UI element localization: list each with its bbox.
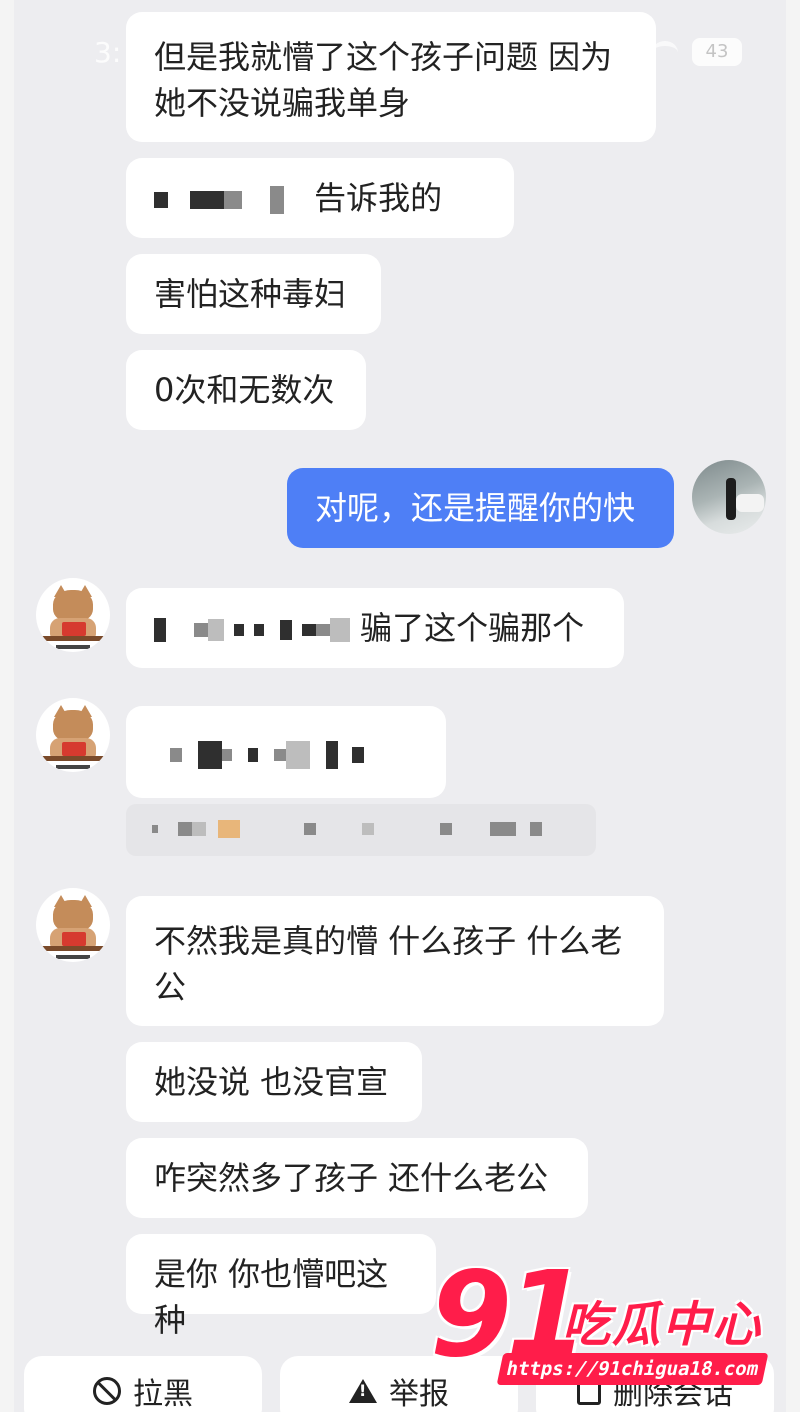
quoted-reply-strip	[126, 804, 596, 856]
status-time: 3:	[94, 36, 122, 69]
battery-icon: 43	[692, 38, 742, 66]
my-avatar[interactable]	[692, 460, 766, 534]
watermark-url: https://91chigua18.com	[496, 1353, 769, 1385]
message-bubble[interactable]: 害怕这种毒妇	[126, 254, 381, 334]
pixelated-text	[152, 818, 542, 838]
pixelated-text	[154, 609, 360, 647]
chat-screen: 3: 43 但是我就懵了这个孩子问题 因为她不没说骗我单身 告诉我的 害怕这种毒…	[0, 0, 800, 1412]
message-text: 0次和无数次	[154, 371, 335, 409]
warning-icon	[349, 1379, 377, 1403]
ban-icon	[93, 1377, 121, 1405]
my-message-bubble[interactable]: 对呢，还是提醒你的快	[287, 468, 674, 548]
status-icons: 43	[652, 38, 742, 66]
message-bubble[interactable]: 骗了这个骗那个	[126, 588, 624, 668]
message-bubble[interactable]: 咋突然多了孩子 还什么老公	[126, 1138, 588, 1218]
contact-avatar[interactable]	[36, 698, 110, 772]
message-bubble[interactable]: 不然我是真的懵 什么孩子 什么老公	[126, 896, 664, 1026]
message-text: 是你 你也懵吧这种	[154, 1255, 389, 1339]
contact-avatar[interactable]	[36, 888, 110, 962]
message-bubble[interactable]	[126, 706, 446, 798]
message-text: 害怕这种毒妇	[154, 275, 347, 313]
message-text: 对呢，还是提醒你的快	[315, 489, 636, 527]
right-edge	[786, 0, 800, 1412]
message-bubble[interactable]: 但是我就懵了这个孩子问题 因为她不没说骗我单身	[126, 12, 656, 142]
message-text: 但是我就懵了这个孩子问题 因为她不没说骗我单身	[154, 38, 613, 122]
message-bubble[interactable]: 告诉我的	[126, 158, 514, 238]
left-edge	[0, 0, 14, 1412]
message-text: 不然我是真的懵 什么孩子 什么老公	[154, 922, 623, 1006]
pixelated-text	[170, 734, 364, 772]
message-text: 告诉我的	[314, 179, 443, 217]
watermark-logo: 91 吃瓜中心 https://91chigua18.com	[430, 1245, 775, 1395]
message-text: 骗了这个骗那个	[360, 609, 585, 647]
block-label: 拉黑	[133, 1377, 193, 1412]
message-bubble[interactable]: 0次和无数次	[126, 350, 366, 430]
watermark-name: 吃瓜中心	[562, 1297, 763, 1353]
pixelated-text	[154, 179, 314, 217]
message-text: 她没说 也没官宣	[154, 1063, 389, 1101]
contact-avatar[interactable]	[36, 578, 110, 652]
message-bubble[interactable]: 她没说 也没官宣	[126, 1042, 422, 1122]
message-text: 咋突然多了孩子 还什么老公	[154, 1159, 549, 1197]
message-bubble[interactable]: 是你 你也懵吧这种	[126, 1234, 436, 1339]
block-button[interactable]: 拉黑	[24, 1356, 262, 1412]
